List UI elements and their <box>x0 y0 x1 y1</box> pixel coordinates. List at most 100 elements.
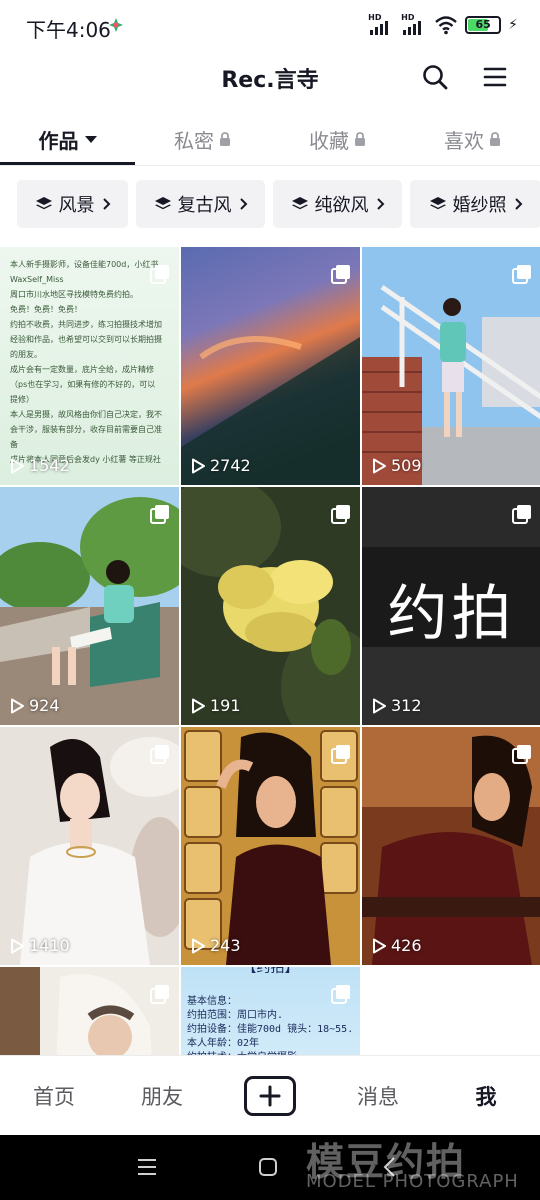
status-bar: 下午4:06 HD HD 65 ⚡ <box>0 0 540 50</box>
signal-2-icon: HD <box>401 13 427 35</box>
layers-icon <box>291 197 308 210</box>
play-icon <box>192 458 205 473</box>
lock-icon <box>220 132 230 146</box>
status-time: 下午4:06 <box>26 18 111 42</box>
tab-likes[interactable]: 喜欢 <box>405 112 540 166</box>
layers-icon <box>154 197 171 210</box>
text-line: 会干涉，服装有部分，收存目前需要自己准 <box>10 425 162 434</box>
text-line: 本人新手摄影师，设备佳能700d，小红书 <box>10 260 159 269</box>
chevron-right-icon <box>514 198 522 210</box>
post-thumbnail[interactable]: 243 <box>181 727 360 965</box>
play-icon <box>11 458 24 473</box>
top-bar: Rec.言寺 <box>0 50 540 106</box>
post-image <box>0 967 179 1055</box>
multi-image-icon <box>150 265 169 284</box>
text-line: 提修） <box>10 395 34 404</box>
multi-image-icon <box>331 265 350 284</box>
tab-works[interactable]: 作品 <box>0 112 135 166</box>
multi-image-icon <box>512 505 531 524</box>
layers-icon <box>35 197 52 210</box>
text-line: 本人是男摄，故风格由你们自己决定，我不 <box>10 410 162 419</box>
text-line: 的朋友。 <box>10 350 42 359</box>
tab-private[interactable]: 私密 <box>135 112 270 166</box>
text-line: 经验和作品，也希望可以交到可以长期拍摄 <box>10 335 162 344</box>
text-line: （ps也在学习，如果有修的不好的，可以 <box>10 380 156 389</box>
search-icon[interactable] <box>420 62 450 92</box>
chevron-right-icon <box>239 198 247 210</box>
post-thumbnail[interactable]: 1410 <box>0 727 179 965</box>
collection-chips: 风景 复古风 纯欲风 婚纱照 <box>17 180 540 228</box>
lock-icon <box>355 132 365 146</box>
status-indicators: HD HD 65 ⚡ <box>368 13 518 36</box>
play-icon <box>373 698 386 713</box>
bottom-nav: 首页 朋友 消息 我 <box>0 1055 540 1135</box>
post-overlay-text: 约拍 <box>387 579 516 649</box>
tab-favorites[interactable]: 收藏 <box>270 112 405 166</box>
works-grid: 本人新手摄影师，设备佳能700d，小红书 WaxSelf_Miss 周口市川水地区寻… <box>0 247 540 1055</box>
play-count: 924 <box>9 696 60 715</box>
chevron-right-icon <box>376 198 384 210</box>
nav-friends[interactable]: 朋友 <box>108 1056 216 1136</box>
nav-me[interactable]: 我 <box>432 1056 540 1136</box>
play-count: 1410 <box>9 936 70 955</box>
post-thumbnail[interactable] <box>0 967 179 1055</box>
text-line: 约拍范围：周口市内. <box>187 1010 284 1021</box>
multi-image-icon <box>331 505 350 524</box>
app-notification-icon <box>109 18 123 32</box>
multi-image-icon <box>331 985 350 1004</box>
signal-1-icon: HD <box>368 13 394 35</box>
play-icon <box>11 938 24 953</box>
page-title: Rec.言寺 <box>221 68 319 93</box>
profile-tabs: 作品 私密 收藏 喜欢 <box>0 112 540 166</box>
active-tab-indicator <box>0 162 135 165</box>
multi-image-icon <box>331 745 350 764</box>
play-count: 1542 <box>9 456 70 475</box>
watermark: 模豆约拍 MODEL PHOTOGRAPH <box>306 1140 519 1192</box>
text-line: 免费！免费！免费！ <box>10 305 82 314</box>
text-line: WaxSelf_Miss <box>10 275 64 284</box>
chip-retro[interactable]: 复古风 <box>136 180 265 228</box>
text-line: 基本信息： <box>187 996 237 1007</box>
post-thumbnail[interactable]: 【约拍】 基本信息： 约拍范围：周口市内. 约拍设备：佳能700d 镜头：18~55… <box>181 967 360 1055</box>
nav-messages[interactable]: 消息 <box>324 1056 432 1136</box>
post-note-text: 本人新手摄影师，设备佳能700d，小红书 WaxSelf_Miss 周口市川水地区寻… <box>10 257 169 467</box>
post-header-text: 【约拍】 <box>242 967 299 976</box>
layers-icon <box>429 197 446 210</box>
lock-icon <box>490 132 500 146</box>
post-thumbnail[interactable]: 2742 <box>181 247 360 485</box>
post-thumbnail[interactable]: 约拍 312 <box>362 487 540 725</box>
text-line: 备 <box>10 440 18 449</box>
multi-image-icon <box>150 745 169 764</box>
wifi-icon <box>435 16 457 35</box>
multi-image-icon <box>512 265 531 284</box>
play-count: 509 <box>371 456 422 475</box>
chevron-right-icon <box>102 198 110 210</box>
play-icon <box>373 458 386 473</box>
post-thumbnail[interactable]: 509 <box>362 247 540 485</box>
play-icon <box>373 938 386 953</box>
multi-image-icon <box>150 505 169 524</box>
chip-wedding[interactable]: 婚纱照 <box>410 180 540 228</box>
text-line: 约拍设备：佳能700d 镜头：18~55. <box>187 1024 354 1035</box>
chip-pure-style[interactable]: 纯欲风 <box>273 180 402 228</box>
play-count: 191 <box>190 696 241 715</box>
system-navigation-bar: 模豆约拍 MODEL PHOTOGRAPH <box>0 1135 540 1200</box>
play-count: 243 <box>190 936 241 955</box>
create-post-button[interactable] <box>244 1076 296 1116</box>
home-icon[interactable] <box>256 1155 280 1179</box>
play-count: 312 <box>371 696 422 715</box>
charging-icon: ⚡ <box>508 17 518 33</box>
play-icon <box>11 698 24 713</box>
chevron-down-icon <box>84 135 97 143</box>
text-line: 周口市川水地区寻找模特免费约拍。 <box>10 290 138 299</box>
play-icon <box>192 938 205 953</box>
post-thumbnail[interactable]: 426 <box>362 727 540 965</box>
battery-icon: 65 <box>465 16 502 34</box>
menu-icon[interactable] <box>480 62 510 92</box>
post-thumbnail[interactable]: 191 <box>181 487 360 725</box>
nav-home[interactable]: 首页 <box>0 1056 108 1136</box>
post-thumbnail[interactable]: 本人新手摄影师，设备佳能700d，小红书 WaxSelf_Miss 周口市川水地区寻… <box>0 247 179 485</box>
chip-scenery[interactable]: 风景 <box>17 180 128 228</box>
post-thumbnail[interactable]: 924 <box>0 487 179 725</box>
recents-icon[interactable] <box>135 1155 159 1179</box>
